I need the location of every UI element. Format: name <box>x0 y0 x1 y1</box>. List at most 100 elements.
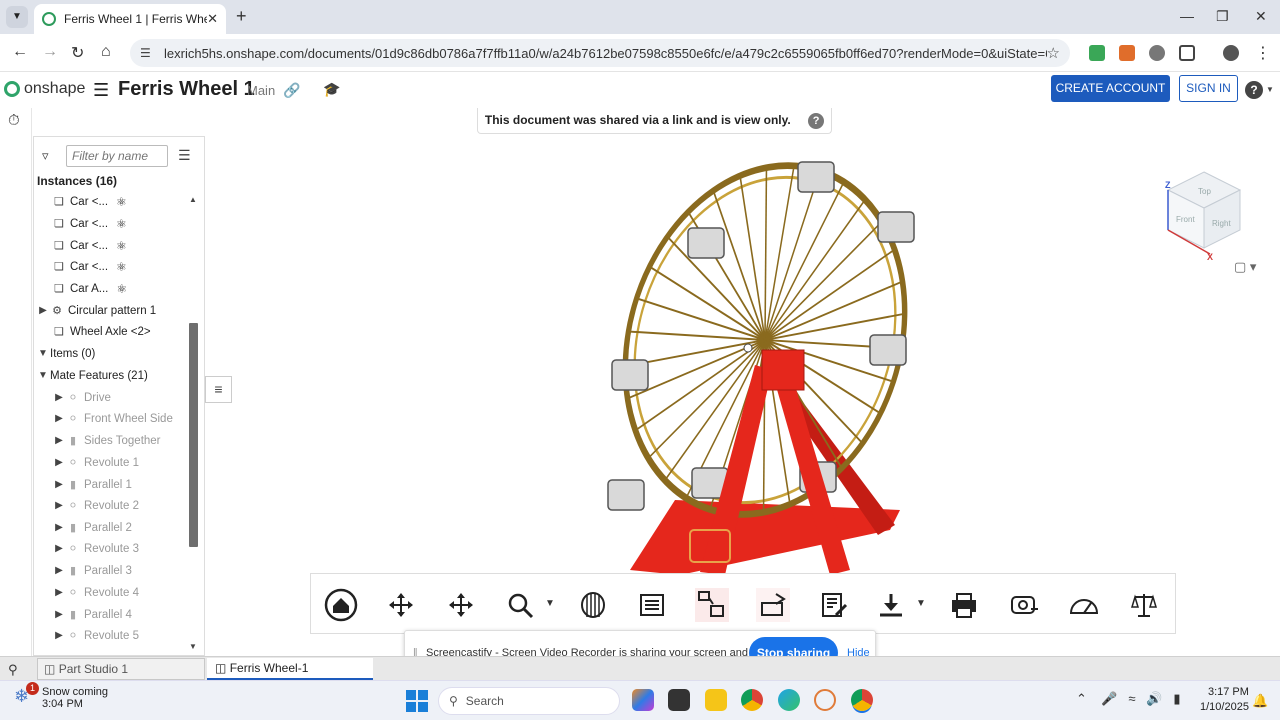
mate-row[interactable]: ▶ ▮ Parallel 2 <box>52 517 202 538</box>
app-orange-icon[interactable] <box>814 689 836 711</box>
search-tabs-icon[interactable]: ⚲ <box>8 662 18 678</box>
banner-help-icon[interactable]: ? <box>808 112 825 129</box>
address-bar[interactable]: ☰ lexrich5hs.onshape.com/documents/01d9c… <box>130 39 1070 67</box>
site-info-icon[interactable]: ☰ <box>140 46 154 60</box>
hamburger-menu-icon[interactable]: ☰ <box>93 80 109 101</box>
zoom-button[interactable] <box>503 588 537 622</box>
instance-car-1[interactable]: ❏ Car <... ⚛ <box>52 191 202 212</box>
profile-avatar[interactable] <box>1223 45 1239 61</box>
tab-part-studio[interactable]: ◫ Part Studio 1 <box>37 658 205 680</box>
mate-row[interactable]: ▶ ▮ Parallel 3 <box>52 560 202 581</box>
file-explorer-icon[interactable] <box>705 689 727 711</box>
terminal-app-icon[interactable] <box>668 689 690 711</box>
mate-row[interactable]: ▶ ⚪ Drive <box>52 387 202 408</box>
sign-in-button[interactable]: SIGN IN <box>1179 75 1238 102</box>
configuration-button[interactable] <box>817 588 851 622</box>
home-view-button[interactable] <box>324 588 358 622</box>
explode-view-button[interactable] <box>695 588 729 622</box>
extensions-puzzle-icon[interactable] <box>1179 45 1195 61</box>
mate-connector-view-button[interactable] <box>756 588 790 622</box>
instance-car-4[interactable]: ❏ Car <... ⚛ <box>52 256 202 277</box>
filter-funnel-icon[interactable]: ▿ <box>42 148 49 164</box>
expand-chevron-icon[interactable]: ▶ <box>52 543 66 554</box>
mate-row[interactable]: ▶ ⚪ Revolute 3 <box>52 538 202 559</box>
windows-start-icon[interactable] <box>406 690 428 712</box>
wheel-axle-row[interactable]: ❏ Wheel Axle <2> <box>52 321 202 342</box>
expand-chevron-icon[interactable]: ▶ <box>52 457 66 468</box>
mate-row[interactable]: ▶ ▮ Parallel 4 <box>52 604 202 625</box>
view-cube[interactable]: Top Front Right Z X <box>1140 150 1255 270</box>
list-view-icon[interactable]: ☰ <box>178 147 191 164</box>
learning-center-icon[interactable]: 🎓 <box>323 81 340 98</box>
browser-tab[interactable]: Ferris Wheel 1 | Ferris Wheel-1 ✕ <box>34 4 226 34</box>
expand-chevron-icon[interactable]: ▶ <box>52 413 66 424</box>
wifi-icon[interactable]: ≈ <box>1128 691 1135 706</box>
create-account-button[interactable]: CREATE ACCOUNT <box>1051 75 1170 102</box>
mate-row[interactable]: ▶ ⚪ Revolute 4 <box>52 582 202 603</box>
system-tray[interactable]: ⌃ 🎤 ≈ 🔊 ▮ <box>1076 691 1181 707</box>
expand-chevron-icon[interactable]: ▶ <box>52 500 66 511</box>
extension-green-icon[interactable] <box>1089 45 1105 61</box>
expand-chevron-icon[interactable]: ▶ <box>52 435 66 446</box>
instance-car-2[interactable]: ❏ Car <... ⚛ <box>52 213 202 234</box>
new-tab-icon[interactable]: + <box>236 6 247 27</box>
expand-chevron-icon[interactable]: ▶ <box>52 392 66 403</box>
instance-car-3[interactable]: ❏ Car <... ⚛ <box>52 235 202 256</box>
zoom-dropdown-icon[interactable]: ▼ <box>545 598 555 609</box>
chrome-app-icon[interactable] <box>741 689 763 711</box>
tab-assembly[interactable]: ◫ Ferris Wheel-1 <box>207 658 373 680</box>
filter-input[interactable] <box>66 145 168 167</box>
rotate-view-button[interactable] <box>384 588 418 622</box>
mate-row[interactable]: ▶ ⚪ Revolute 5 <box>52 625 202 646</box>
minimize-icon[interactable]: — <box>1180 8 1194 24</box>
taskbar-search[interactable]: ⚲ Search <box>438 687 620 715</box>
scroll-up-arrow-icon[interactable]: ▲ <box>189 195 197 204</box>
export-button[interactable] <box>874 588 908 622</box>
back-icon[interactable]: ← <box>12 43 28 61</box>
toggle-panel-button[interactable]: ≡ <box>205 376 232 403</box>
bookmark-star-icon[interactable]: ☆ <box>1047 44 1060 62</box>
system-clock[interactable]: 3:17 PM 1/10/2025 <box>1200 685 1249 715</box>
close-tab-icon[interactable]: ✕ <box>207 11 218 27</box>
home-icon[interactable]: ⌂ <box>101 43 111 61</box>
onshape-logo[interactable]: onshape <box>4 80 85 98</box>
collapse-chevron-icon[interactable]: ▼ <box>36 348 50 359</box>
link-icon[interactable]: 🔗 <box>283 82 300 99</box>
ferris-wheel-model[interactable] <box>560 150 960 580</box>
circular-pattern-row[interactable]: ▶ ⚙ Circular pattern 1 <box>36 300 186 321</box>
notification-bell-icon[interactable]: 🔔 <box>1252 693 1268 709</box>
document-title[interactable]: Ferris Wheel 1 <box>118 78 255 101</box>
weather-widget[interactable]: ❄ 1 Snow coming 3:04 PM <box>14 682 108 710</box>
branch-label[interactable]: Main <box>247 83 275 98</box>
angle-measure-button[interactable] <box>1067 588 1101 622</box>
mate-row[interactable]: ▶ ⚪ Revolute 2 <box>52 495 202 516</box>
print-button[interactable] <box>947 588 981 622</box>
volume-icon[interactable]: 🔊 <box>1146 691 1162 706</box>
extension-grey-icon[interactable] <box>1149 45 1165 61</box>
items-folder[interactable]: ▼ Items (0) <box>36 343 186 364</box>
forward-icon[interactable]: → <box>42 43 58 61</box>
mate-row[interactable]: ▶ ▮ Parallel 1 <box>52 474 202 495</box>
edge-app-icon[interactable] <box>778 689 800 711</box>
expand-chevron-icon[interactable]: ▶ <box>52 479 66 490</box>
mate-row[interactable]: ▶ ⚪ Front Wheel Side <box>52 408 202 429</box>
collapse-chevron-icon[interactable]: ▼ <box>36 370 50 381</box>
expand-chevron-icon[interactable]: ▶ <box>52 565 66 576</box>
reload-icon[interactable]: ↻ <box>71 43 84 63</box>
expand-chevron-icon[interactable]: ▶ <box>52 522 66 533</box>
show-hidden-icons-icon[interactable]: ⌃ <box>1076 691 1087 706</box>
extension-orange-icon[interactable] <box>1119 45 1135 61</box>
expand-chevron-icon[interactable]: ▶ <box>52 630 66 641</box>
history-timer-icon[interactable]: ⏱ <box>8 112 20 129</box>
display-states-button[interactable] <box>635 588 669 622</box>
expand-chevron-icon[interactable]: ▶ <box>36 305 50 316</box>
mass-properties-button[interactable] <box>1127 588 1161 622</box>
expand-chevron-icon[interactable]: ▶ <box>52 587 66 598</box>
help-icon[interactable]: ? <box>1245 81 1263 99</box>
instance-car-5[interactable]: ❏ Car A... ⚛ <box>52 278 202 299</box>
maximize-icon[interactable]: ❐ <box>1216 8 1229 25</box>
copilot-app-icon[interactable] <box>632 689 654 711</box>
help-dropdown-icon[interactable]: ▼ <box>1266 85 1274 94</box>
window-close-icon[interactable]: ✕ <box>1255 8 1267 25</box>
section-view-button[interactable] <box>576 588 610 622</box>
